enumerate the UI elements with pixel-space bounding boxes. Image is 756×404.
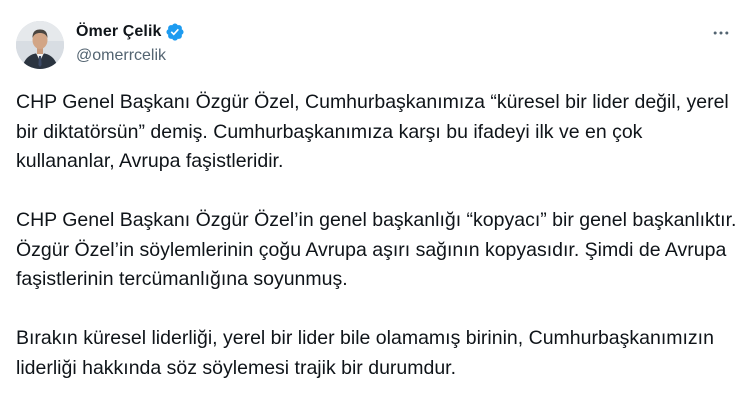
tweet-card: Ömer Çelik @omerrcelik CHP Genel Başkanı… (0, 0, 756, 404)
author-display-name[interactable]: Ömer Çelik (76, 23, 161, 41)
more-options-button[interactable] (704, 20, 738, 46)
tweet-paragraph: CHP Genel Başkanı Özgür Özel, Cumhurbaşk… (16, 91, 729, 172)
more-options-icon (713, 31, 729, 35)
tweet-text: CHP Genel Başkanı Özgür Özel, Cumhurbaşk… (16, 88, 746, 383)
verified-badge-icon (165, 22, 185, 42)
tweet-paragraph: Bırakın küresel liderliği, yerel bir lid… (16, 327, 714, 379)
avatar[interactable] (16, 21, 64, 69)
avatar-image (16, 21, 64, 69)
author-handle[interactable]: @omerrcelik (76, 47, 166, 65)
tweet-paragraph: CHP Genel Başkanı Özgür Özel’in genel ba… (16, 209, 737, 290)
author-name-row: Ömer Çelik (76, 21, 185, 43)
